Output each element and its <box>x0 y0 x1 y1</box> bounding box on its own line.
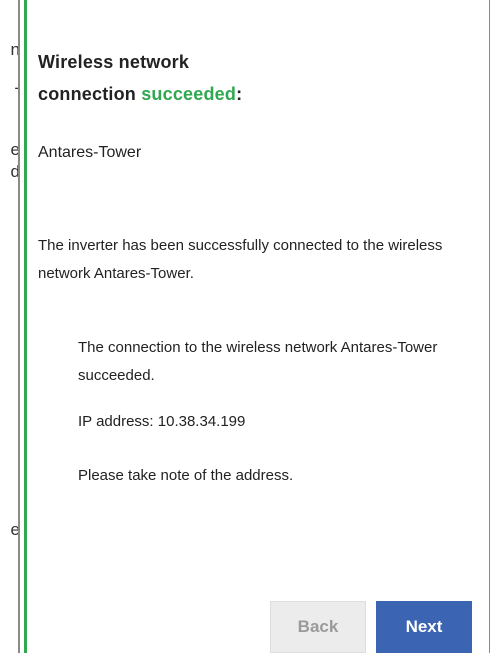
connection-description: The inverter has been successfully conne… <box>38 237 443 282</box>
connection-result-dialog: Wireless network connection succeeded: A… <box>20 0 490 653</box>
connection-detail: The connection to the wireless network A… <box>78 339 438 384</box>
title-suffix: : <box>236 84 243 104</box>
note-instruction: Please take note of the address. <box>78 467 294 484</box>
back-button[interactable]: Back <box>270 601 366 653</box>
network-name: Antares-Tower <box>38 144 142 161</box>
title-line-2-prefix: connection <box>38 84 142 104</box>
next-button[interactable]: Next <box>376 601 472 653</box>
ip-address: IP address: 10.38.34.199 <box>78 413 246 430</box>
wizard-screen: n - e d e Wireless network connection su… <box>0 0 492 653</box>
success-accent-bar <box>24 0 27 653</box>
title-line-1: Wireless network <box>38 52 190 72</box>
dialog-title: Wireless network connection succeeded: <box>38 46 398 110</box>
title-status-succeeded: succeeded <box>141 84 237 104</box>
